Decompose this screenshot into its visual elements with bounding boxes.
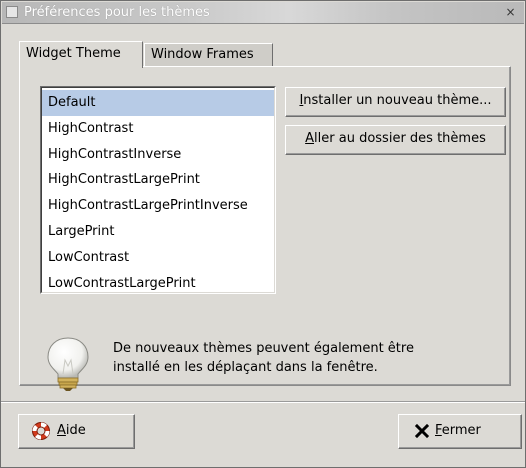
- theme-list-item[interactable]: LowContrastLargePrint: [42, 271, 274, 293]
- hint-line-1: De nouveaux thèmes peuvent également êtr…: [113, 341, 414, 356]
- theme-list[interactable]: Default HighContrast HighContrastInverse Hi…: [40, 86, 276, 294]
- close-label: ermer: [441, 423, 481, 438]
- theme-list-item[interactable]: LowContrast: [42, 245, 274, 271]
- title-bar[interactable]: Préférences pour les thèmes ×: [2, 2, 524, 24]
- close-x-icon: [415, 423, 429, 438]
- install-theme-button[interactable]: Installer un nouveau thème...: [285, 87, 506, 117]
- theme-list-item[interactable]: HighContrastInverse: [42, 142, 274, 168]
- lifebuoy-icon: [32, 421, 50, 440]
- help-mnemonic: A: [57, 423, 66, 438]
- tab-window-frames[interactable]: Window Frames: [144, 43, 273, 67]
- help-button[interactable]: Aide: [18, 414, 135, 449]
- close-button[interactable]: Fermer: [398, 414, 522, 449]
- hint-message: De nouveaux thèmes peuvent également êtr…: [113, 339, 493, 377]
- tab-widget-theme[interactable]: Widget Theme: [19, 41, 143, 68]
- theme-list-item[interactable]: HighContrastLargePrint: [42, 167, 274, 193]
- theme-list-item[interactable]: Default: [42, 90, 274, 116]
- footer-separator: [1, 401, 525, 403]
- lightbulb-icon: [47, 337, 89, 391]
- theme-list-item[interactable]: HighContrast: [42, 116, 274, 142]
- window-menu-icon[interactable]: [6, 6, 18, 18]
- help-label: ide: [65, 423, 86, 438]
- window-close-icon[interactable]: ×: [503, 5, 518, 20]
- goto-mnemonic: A: [305, 131, 315, 146]
- goto-label: ller au dossier des thèmes: [314, 131, 486, 146]
- close-mnemonic: F: [435, 423, 442, 438]
- theme-list-item[interactable]: LargePrint: [42, 219, 274, 245]
- goto-theme-folder-button[interactable]: Aller au dossier des thèmes: [285, 125, 506, 155]
- window-title: Préférences pour les thèmes: [24, 5, 210, 20]
- theme-list-item[interactable]: HighContrastLargePrintInverse: [42, 193, 274, 219]
- install-label: nstaller un nouveau thème...: [303, 93, 492, 108]
- hint-line-2: installé en les déplaçant dans la fenêtr…: [113, 360, 378, 375]
- preferences-window: Préférences pour les thèmes × Window Fra…: [0, 0, 526, 468]
